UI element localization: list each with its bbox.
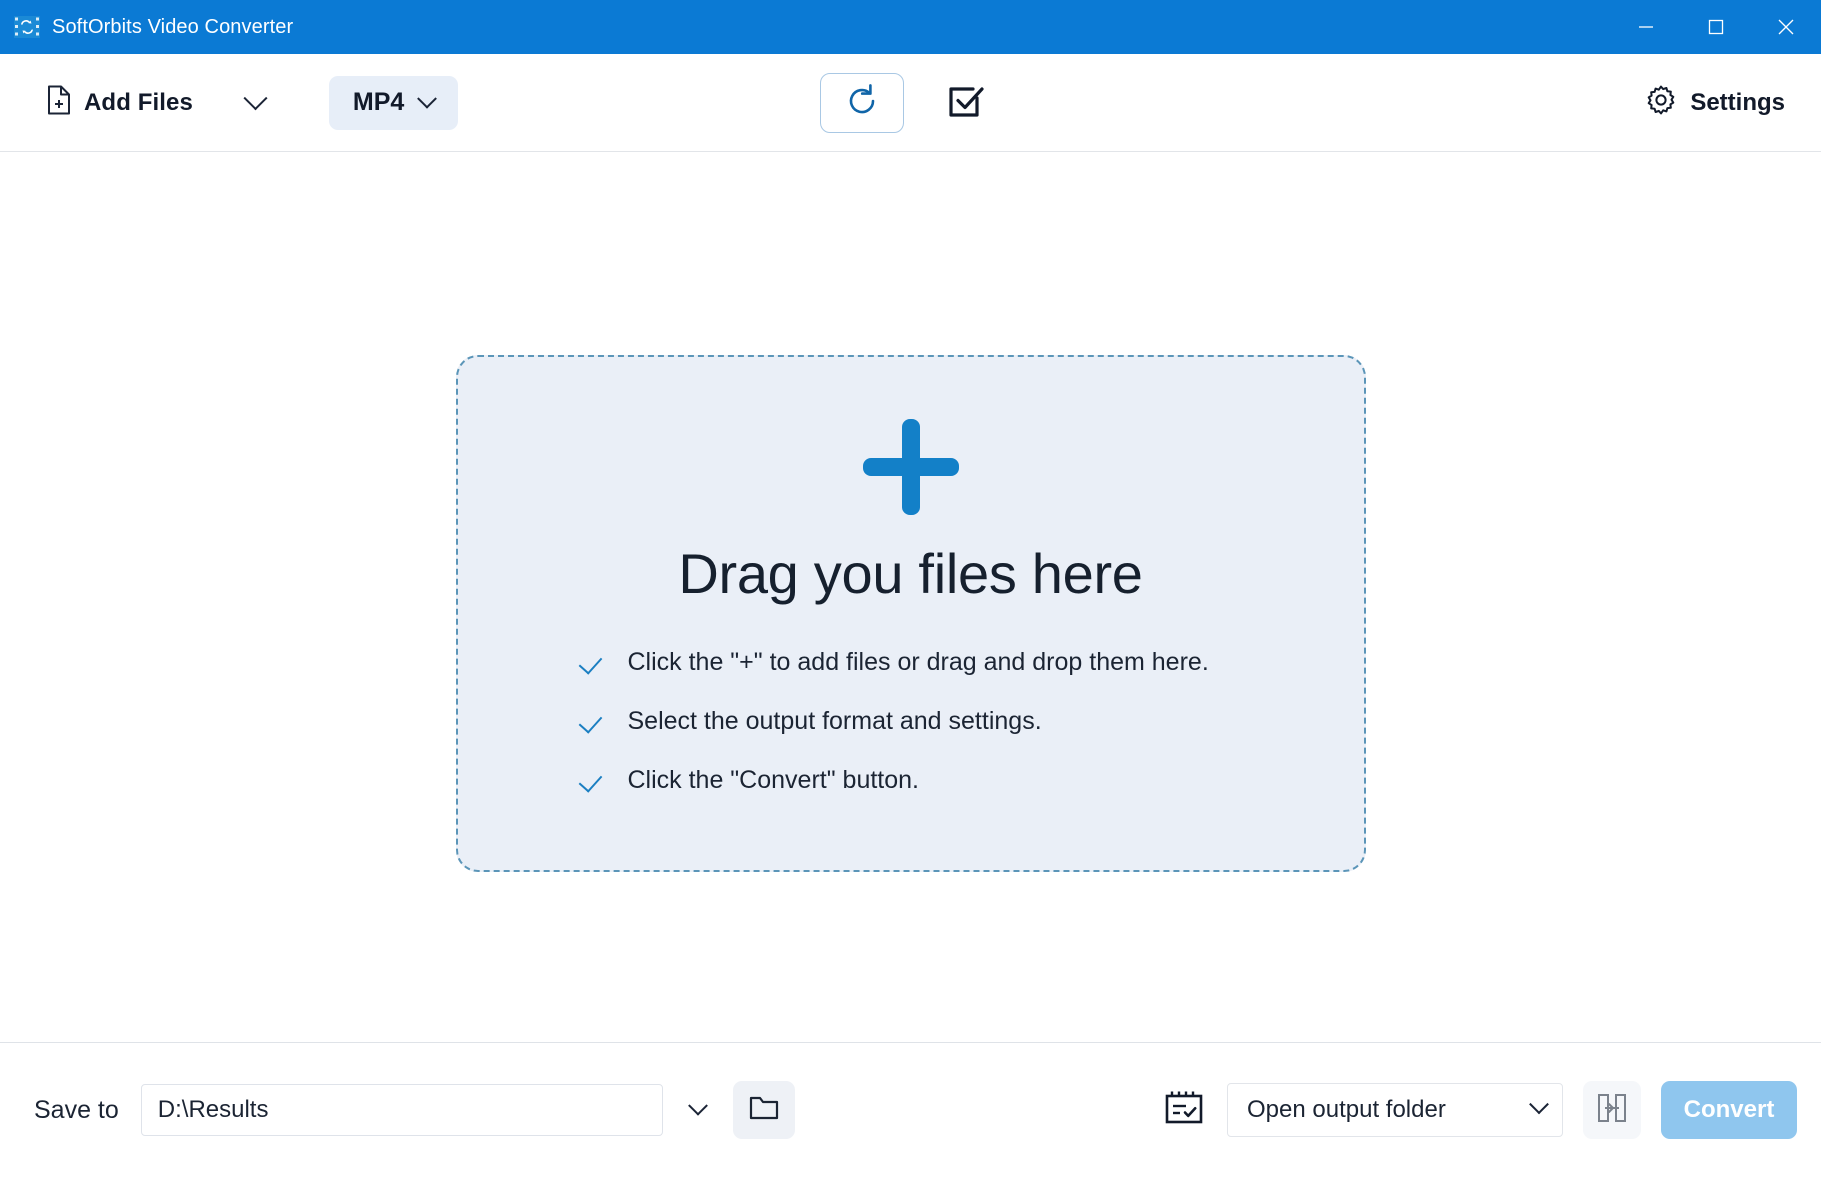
chevron-down-icon [1529, 1094, 1549, 1115]
chevron-down-icon [687, 1095, 708, 1116]
output-format-value: MP4 [352, 88, 405, 116]
merge-icon [1597, 1093, 1627, 1128]
bottom-bar: Save to D:\Results Open output folder Co… [0, 1042, 1821, 1177]
calendar-check-icon [1164, 1090, 1204, 1131]
gear-icon [1646, 85, 1676, 120]
toolbar: Add Files MP4 Settings [0, 54, 1821, 152]
add-files-button[interactable]: Add Files [46, 85, 193, 120]
instructions-list: Click the "+" to add files or drag and d… [458, 648, 1364, 795]
close-button[interactable] [1751, 0, 1821, 54]
title-bar: SoftOrbits Video Converter [0, 0, 1821, 54]
center-tools [820, 54, 988, 152]
after-conversion-dropdown[interactable]: Open output folder [1227, 1083, 1563, 1137]
app-window: SoftOrbits Video Converter Add Files MP4… [0, 0, 1821, 1177]
settings-button[interactable]: Settings [1646, 85, 1785, 120]
add-files-dropdown-toggle[interactable] [235, 86, 277, 111]
browse-folder-button[interactable] [732, 1081, 795, 1139]
bottom-right-controls: Open output folder Convert [1161, 1081, 1797, 1139]
minimize-button[interactable] [1611, 0, 1681, 54]
after-conversion-value: Open output folder [1247, 1096, 1446, 1123]
maximize-button[interactable] [1681, 0, 1751, 54]
schedule-button[interactable] [1161, 1087, 1207, 1133]
check-icon [580, 650, 606, 676]
check-icon [580, 709, 606, 735]
main-area: Drag you files here Click the "+" to add… [0, 152, 1821, 1042]
chevron-down-icon [417, 88, 438, 109]
file-plus-icon [46, 85, 72, 120]
convert-button[interactable]: Convert [1661, 1081, 1797, 1139]
window-title: SoftOrbits Video Converter [52, 15, 294, 38]
drop-zone[interactable]: Drag you files here Click the "+" to add… [455, 355, 1366, 872]
instruction-text: Click the "Convert" button. [627, 766, 920, 794]
save-path-value: D:\Results [157, 1096, 269, 1123]
list-item: Click the "Convert" button. [580, 766, 1364, 795]
select-all-button[interactable] [942, 80, 988, 126]
list-item: Select the output format and settings. [580, 707, 1364, 736]
save-path-dropdown-toggle[interactable] [663, 1095, 733, 1117]
refresh-icon [842, 81, 882, 126]
save-to-label: Save to [34, 1095, 119, 1124]
checkbox-checked-icon [944, 80, 986, 127]
merge-files-button[interactable] [1583, 1081, 1641, 1139]
drop-zone-title: Drag you files here [678, 542, 1143, 605]
refresh-button[interactable] [820, 73, 904, 133]
window-controls [1611, 0, 1821, 54]
check-icon [580, 768, 606, 794]
instruction-text: Select the output format and settings. [627, 707, 1042, 735]
app-icon [14, 15, 40, 39]
list-item: Click the "+" to add files or drag and d… [580, 648, 1364, 677]
save-path-input[interactable]: D:\Results [140, 1084, 663, 1136]
add-files-label: Add Files [84, 88, 193, 116]
instruction-text: Click the "+" to add files or drag and d… [627, 648, 1209, 676]
plus-icon[interactable] [862, 419, 959, 515]
output-format-dropdown[interactable]: MP4 [328, 75, 459, 130]
folder-icon [749, 1095, 779, 1126]
chevron-down-icon [243, 86, 268, 111]
settings-label: Settings [1690, 88, 1785, 116]
